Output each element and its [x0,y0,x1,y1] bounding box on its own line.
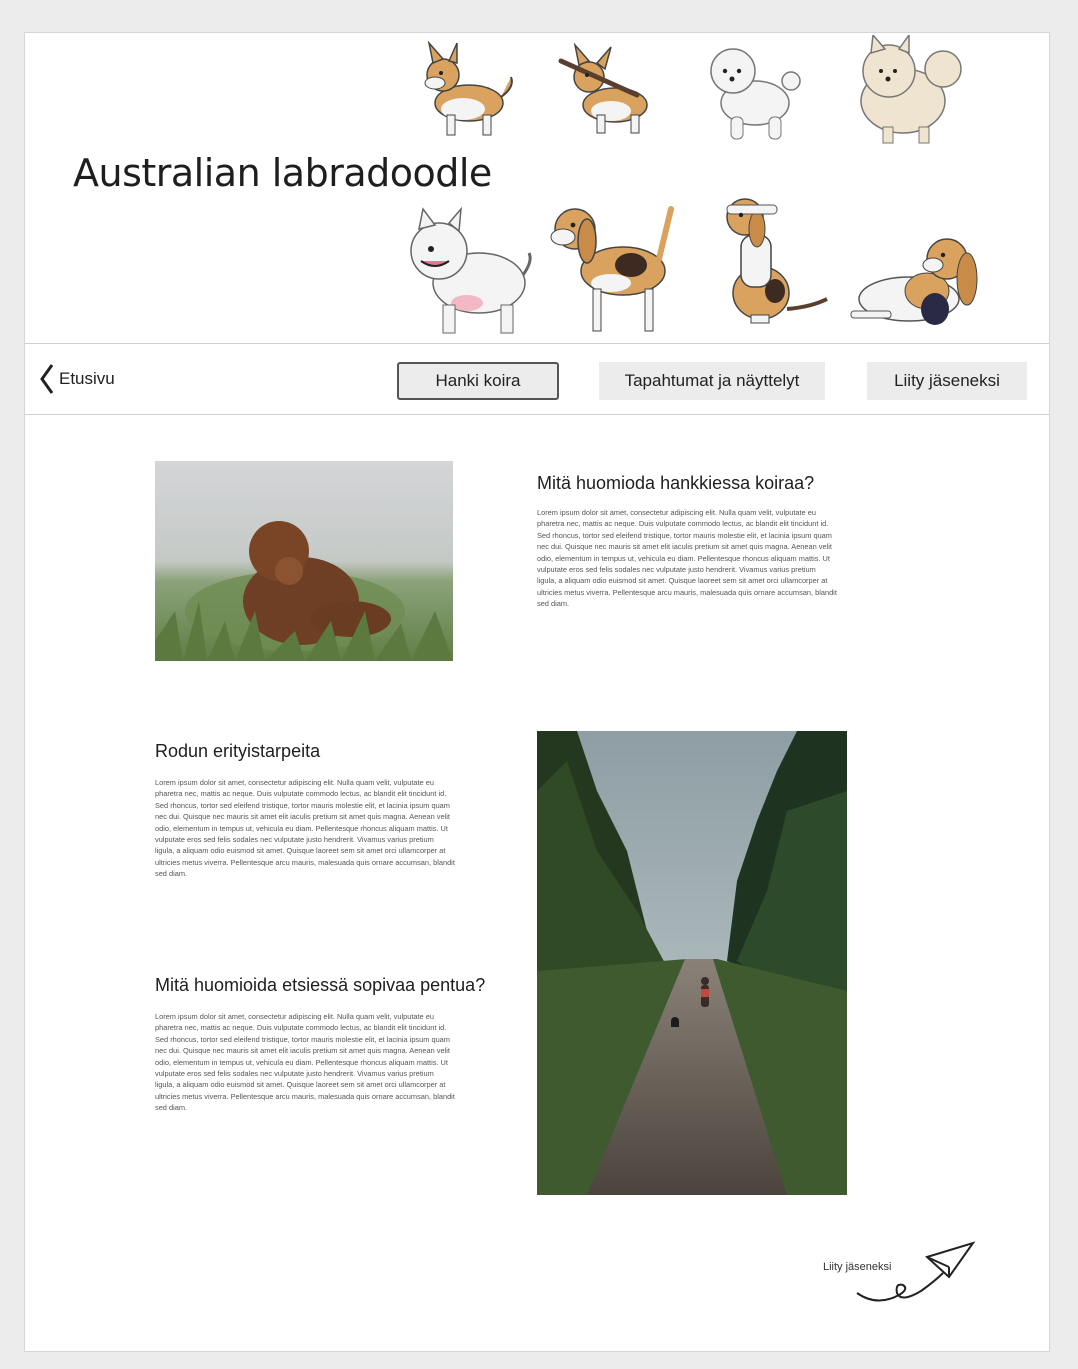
page-card: Australian labradoodle Etusivu Hanki koi… [24,32,1050,1352]
paper-plane-icon [856,1241,976,1302]
nav-button-events[interactable]: Tapahtumat ja näyttelyt [599,362,825,400]
forest-road-walk-photo [537,731,847,1195]
section-title: Mitä huomioda hankkiessa koiraa? [537,473,815,493]
header: Australian labradoodle [25,33,1049,343]
section-title: Rodun erityistarpeita [155,741,321,761]
beagle-standing-illustration [550,206,674,332]
corgi-illustration [424,40,513,136]
pomeranian-illustration [860,35,962,144]
nav-button-label: Hanki koira [435,371,521,390]
section-body: Lorem ipsum dolor sit amet, consectetur … [155,778,455,879]
beagle-lying-illustration [850,238,978,325]
labradoodle-in-grass-photo [155,461,453,661]
beagle-with-bone-illustration [726,198,828,324]
bichon-illustration [710,48,801,140]
corgi-with-stick-illustration [558,43,648,134]
bulldog-illustration [410,206,532,334]
nav-button-label: Tapahtumat ja näyttelyt [624,371,800,390]
section-title: Mitä huomioida etsiessä sopivaa pentua? [155,975,486,995]
nav-button-join[interactable]: Liity jäseneksi [867,362,1027,400]
nav-button-get-dog[interactable]: Hanki koira [397,362,559,400]
section-body: Lorem ipsum dolor sit amet, consectetur … [155,1012,455,1113]
back-link-label: Etusivu [59,369,115,388]
navbar: Etusivu Hanki koira Tapahtumat ja näytte… [25,343,1049,415]
section-body: Lorem ipsum dolor sit amet, consectetur … [537,508,837,609]
nav-button-label: Liity jäseneksi [894,371,1000,390]
back-link[interactable]: Etusivu [39,364,115,394]
site-title: Australian labradoodle [73,151,492,195]
chevron-left-icon [40,364,54,394]
